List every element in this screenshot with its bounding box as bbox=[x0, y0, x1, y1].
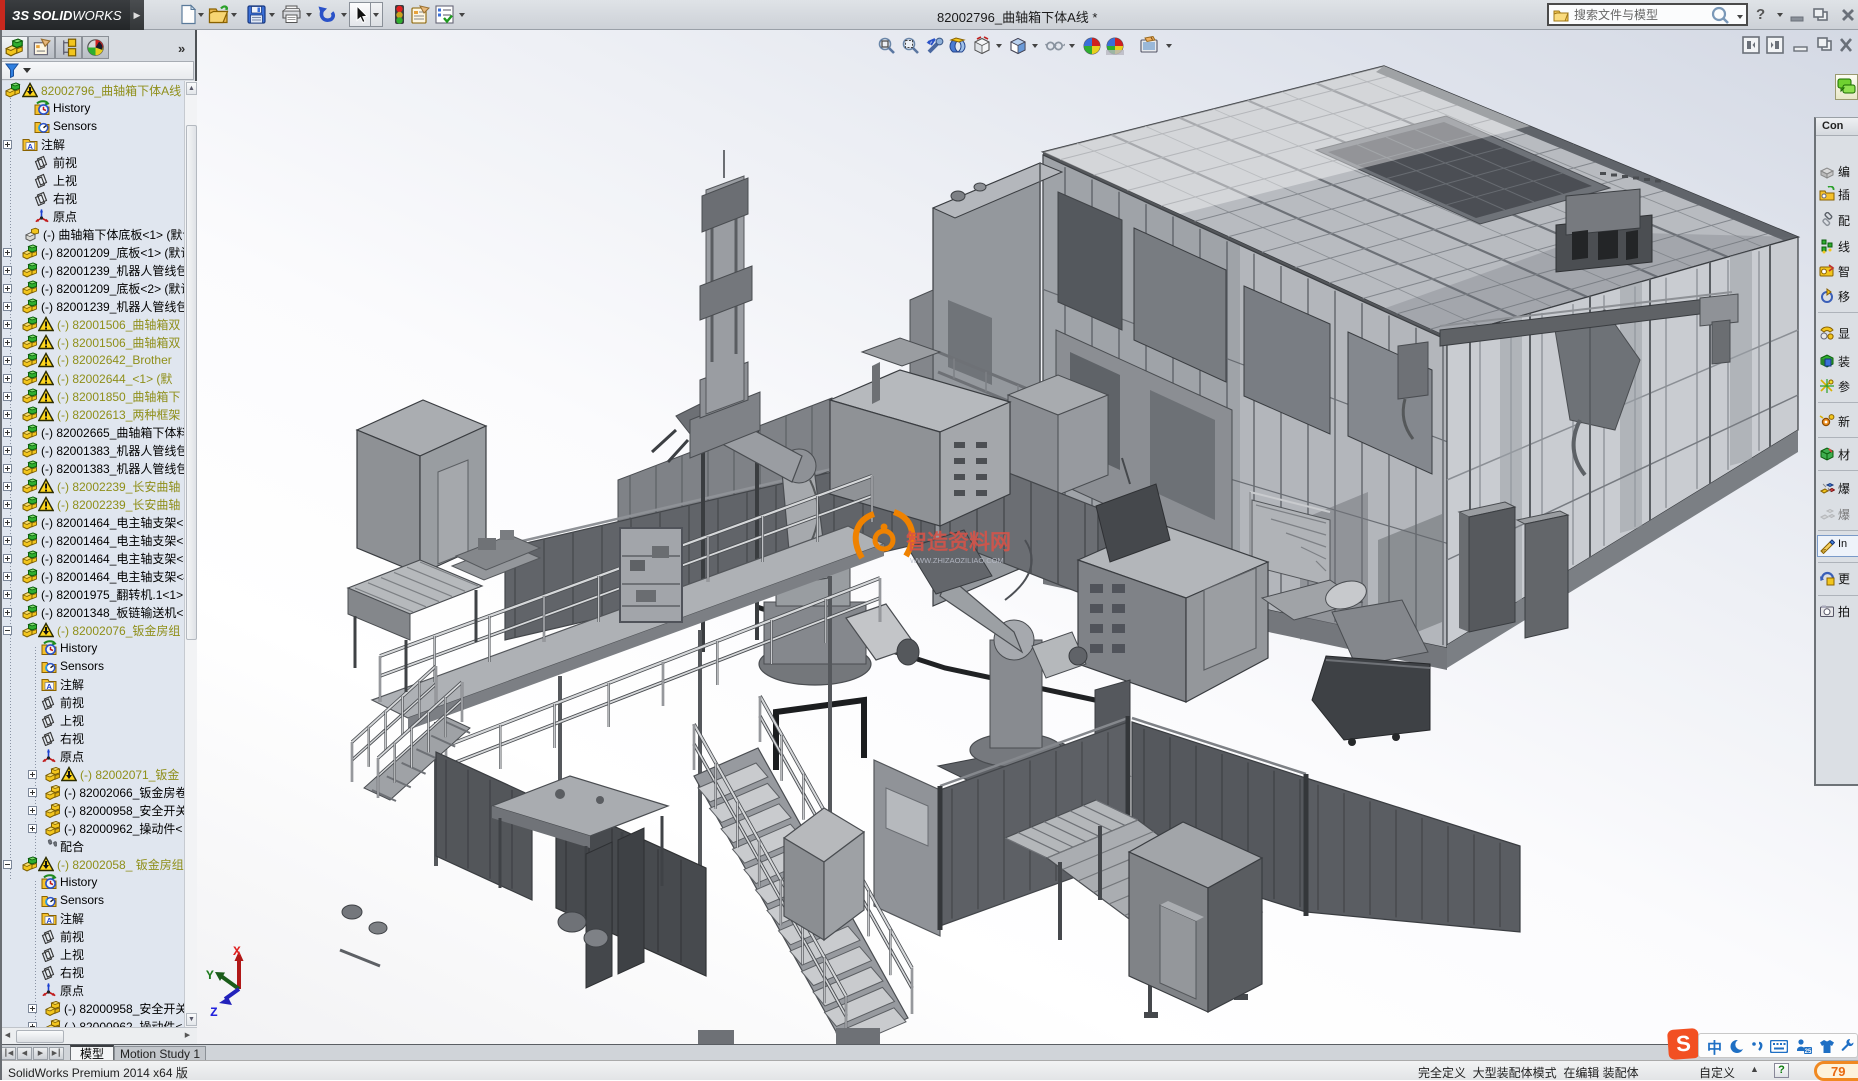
svg-text:WWW.ZHIZAOZILIAO.COM: WWW.ZHIZAOZILIAO.COM bbox=[910, 556, 1004, 565]
svg-text:Y: Y bbox=[206, 968, 214, 983]
svg-text:X: X bbox=[233, 944, 241, 959]
svg-text:Z: Z bbox=[210, 1005, 218, 1020]
svg-text:25: 25 bbox=[1805, 1049, 1812, 1055]
svg-text:智造资料网: 智造资料网 bbox=[906, 530, 1011, 554]
